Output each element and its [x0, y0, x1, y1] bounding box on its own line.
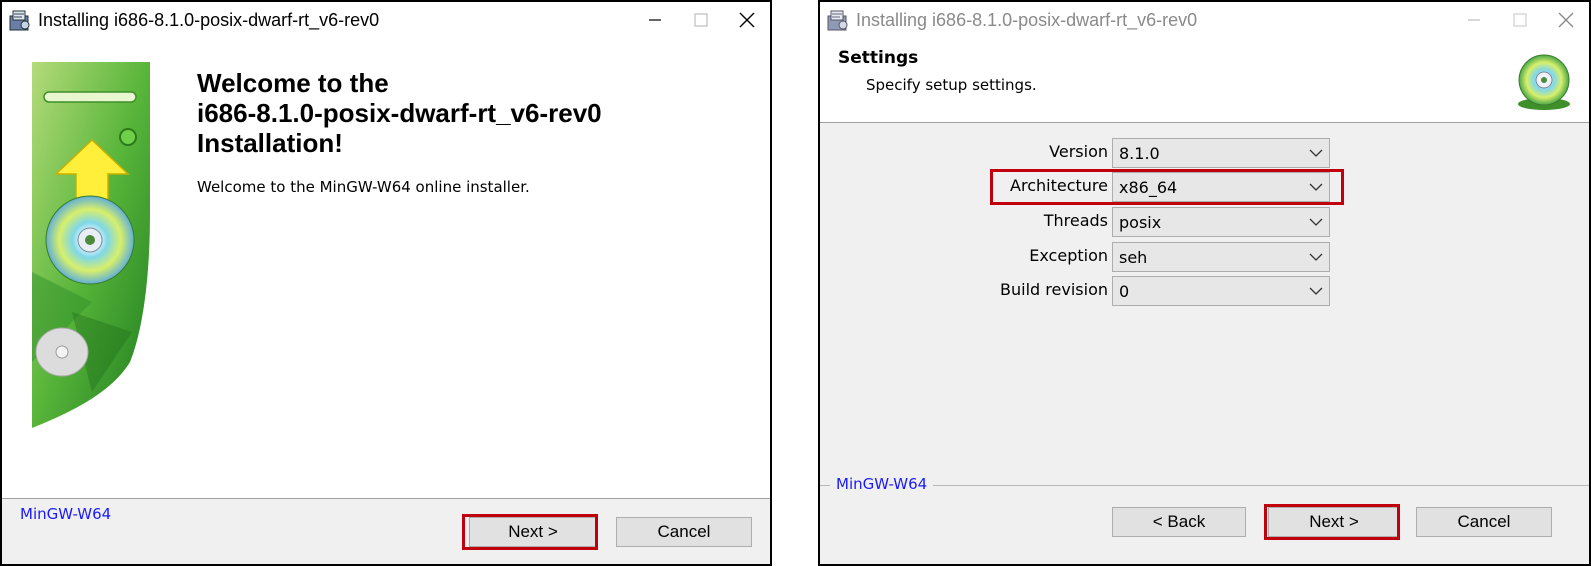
minimize-button[interactable]: [1451, 2, 1497, 38]
version-row: Version 8.1.0: [820, 138, 1589, 168]
cancel-button[interactable]: Cancel: [616, 517, 752, 547]
exception-select[interactable]: seh: [1112, 242, 1330, 272]
close-button[interactable]: [1543, 2, 1589, 38]
chevron-down-icon: [1309, 253, 1323, 261]
page-subtitle: Specify setup settings.: [866, 76, 1037, 94]
welcome-panel: Welcome to the i686-8.1.0-posix-dwarf-rt…: [2, 38, 770, 498]
minimize-button[interactable]: [632, 2, 678, 38]
maximize-button[interactable]: [678, 2, 724, 38]
next-button[interactable]: Next >: [1268, 507, 1400, 537]
exception-value: seh: [1119, 248, 1148, 267]
threads-value: posix: [1119, 213, 1162, 232]
architecture-row: Architecture x86_64: [820, 172, 1589, 202]
threads-row: Threads posix: [820, 207, 1589, 237]
build-revision-row: Build revision 0: [820, 276, 1589, 306]
welcome-heading-line-3: Installation!: [197, 128, 343, 158]
title-bar[interactable]: Installing i686-8.1.0-posix-dwarf-rt_v6-…: [2, 2, 770, 38]
build-revision-select[interactable]: 0: [1112, 276, 1330, 306]
footer-panel: MinGW-W64 Next > Cancel: [2, 498, 770, 564]
welcome-heading-line-1: Welcome to the: [197, 68, 389, 98]
close-button[interactable]: [724, 2, 770, 38]
architecture-label: Architecture: [1010, 176, 1108, 195]
architecture-select[interactable]: x86_64: [1112, 172, 1330, 202]
architecture-value: x86_64: [1119, 178, 1178, 197]
settings-panel: Version 8.1.0 Architecture x86_64 Thread…: [820, 123, 1589, 564]
exception-row: Exception seh: [820, 242, 1589, 272]
threads-select[interactable]: posix: [1112, 207, 1330, 237]
window-title: Installing i686-8.1.0-posix-dwarf-rt_v6-…: [38, 10, 380, 30]
chevron-down-icon: [1309, 287, 1323, 295]
maximize-icon: [1513, 13, 1527, 27]
settings-header: Settings Specify setup settings.: [820, 38, 1589, 123]
build-revision-label: Build revision: [1000, 280, 1108, 299]
exception-label: Exception: [1029, 246, 1108, 265]
title-bar[interactable]: Installing i686-8.1.0-posix-dwarf-rt_v6-…: [820, 2, 1589, 38]
close-icon: [739, 12, 755, 28]
window-title: Installing i686-8.1.0-posix-dwarf-rt_v6-…: [856, 10, 1198, 30]
welcome-heading-line-2: i686-8.1.0-posix-dwarf-rt_v6-rev0: [197, 98, 602, 128]
installer-side-art: [32, 62, 154, 428]
minimize-icon: [1468, 19, 1480, 21]
brand-label: MinGW-W64: [830, 475, 934, 493]
brand-label: MinGW-W64: [20, 505, 112, 523]
cd-disc-icon: [1518, 54, 1570, 110]
close-icon: [1558, 12, 1574, 28]
threads-label: Threads: [1043, 211, 1108, 230]
version-select[interactable]: 8.1.0: [1112, 138, 1330, 168]
welcome-heading: Welcome to the i686-8.1.0-posix-dwarf-rt…: [197, 68, 757, 158]
build-revision-value: 0: [1119, 282, 1130, 301]
maximize-button[interactable]: [1497, 2, 1543, 38]
next-button[interactable]: Next >: [469, 517, 597, 547]
version-label: Version: [1049, 142, 1108, 161]
welcome-window: Installing i686-8.1.0-posix-dwarf-rt_v6-…: [0, 0, 772, 566]
welcome-subtitle: Welcome to the MinGW-W64 online installe…: [197, 178, 530, 196]
settings-window: Installing i686-8.1.0-posix-dwarf-rt_v6-…: [818, 0, 1591, 566]
installer-app-icon: [9, 10, 30, 31]
back-button[interactable]: < Back: [1112, 507, 1246, 537]
chevron-down-icon: [1309, 149, 1323, 157]
cd-disc-icon: [45, 195, 135, 285]
chevron-down-icon: [1309, 218, 1323, 226]
chevron-down-icon: [1309, 183, 1323, 191]
minimize-icon: [649, 19, 661, 21]
version-value: 8.1.0: [1119, 144, 1160, 163]
maximize-icon: [694, 13, 708, 27]
footer-separator: [820, 485, 1589, 486]
cancel-button[interactable]: Cancel: [1416, 507, 1552, 537]
page-title: Settings: [838, 48, 919, 68]
installer-app-icon: [827, 10, 848, 31]
